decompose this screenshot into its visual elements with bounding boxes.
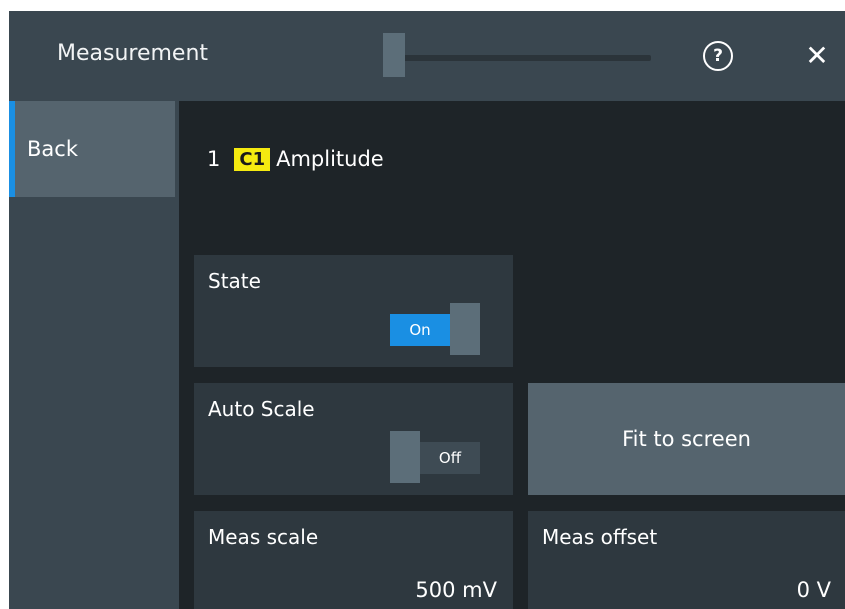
title-bar: Measurement ? ✕ — [9, 11, 845, 101]
meas-scale-label: Meas scale — [208, 525, 319, 549]
auto-scale-label: Auto Scale — [208, 397, 315, 421]
fit-to-screen-button[interactable]: Fit to screen — [528, 383, 845, 495]
drag-handle[interactable] — [383, 33, 405, 77]
drag-track — [383, 55, 651, 61]
meas-offset-tile[interactable]: Meas offset 0 V — [528, 511, 845, 609]
auto-scale-toggle-value: Off — [420, 442, 480, 474]
measurement-dialog: Measurement ? ✕ Back 1 C1 Amplitude Stat… — [9, 11, 845, 609]
back-button[interactable]: Back — [9, 101, 175, 197]
selection-accent-bar — [9, 101, 15, 197]
back-label: Back — [27, 137, 78, 161]
state-toggle-value: On — [390, 314, 450, 346]
state-toggle[interactable]: On — [390, 303, 480, 355]
state-toggle-knob — [450, 303, 480, 355]
meas-offset-label: Meas offset — [542, 525, 658, 549]
channel-badge: C1 — [234, 147, 271, 171]
auto-scale-tile[interactable]: Auto Scale Off — [194, 383, 513, 495]
auto-scale-toggle-knob — [390, 431, 420, 483]
auto-scale-toggle[interactable]: Off — [390, 431, 480, 483]
left-nav: Back — [9, 101, 179, 609]
meas-scale-tile[interactable]: Meas scale 500 mV — [194, 511, 513, 609]
measurement-heading: 1 C1 Amplitude — [207, 147, 384, 171]
close-icon[interactable]: ✕ — [801, 39, 833, 72]
state-label: State — [208, 269, 261, 293]
state-tile[interactable]: State On — [194, 255, 513, 367]
meas-scale-value: 500 mV — [415, 578, 497, 602]
dialog-title: Measurement — [57, 41, 209, 66]
meas-offset-value: 0 V — [796, 578, 831, 602]
content-area: 1 C1 Amplitude State On Auto Scale Off F… — [179, 101, 845, 609]
measurement-number: 1 — [207, 147, 221, 171]
measurement-type: Amplitude — [276, 147, 384, 171]
help-icon[interactable]: ? — [703, 41, 733, 71]
